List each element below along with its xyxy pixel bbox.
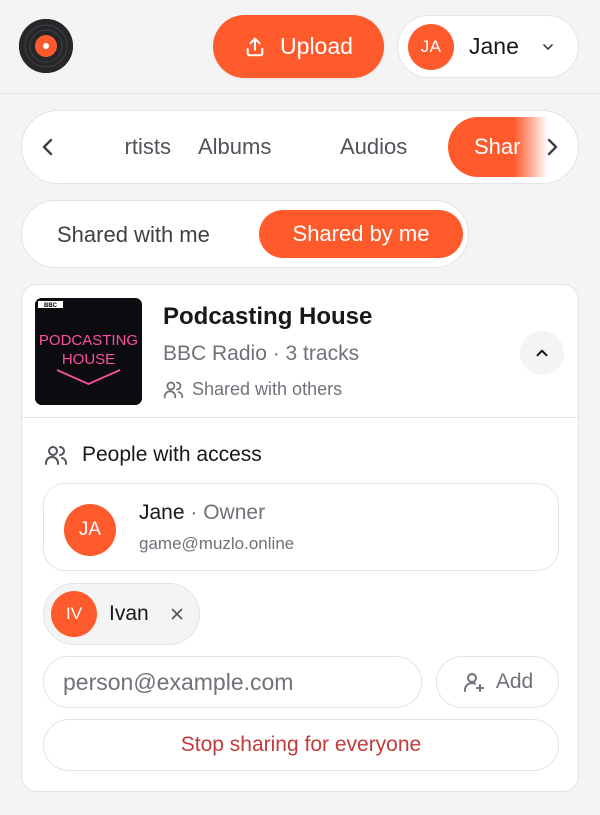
podcast-subtitle: BBC Radio · 3 tracks	[163, 342, 360, 365]
tab-audios[interactable]: Audios	[340, 134, 407, 160]
users-icon	[45, 446, 67, 465]
owner-name: Jane	[139, 501, 185, 524]
avatar: JA	[408, 23, 454, 70]
owner-role: · Owner	[190, 501, 266, 524]
tab-artists[interactable]: rtists	[76, 134, 171, 160]
app-header: Upload JA Jane	[0, 0, 600, 94]
owner-email: game@muzlo.online	[139, 534, 295, 553]
user-name: Jane	[469, 33, 519, 59]
share-filter-segment: Shared with me Shared by me	[21, 200, 469, 268]
podcast-title: Podcasting House	[163, 303, 373, 330]
divider	[22, 417, 578, 418]
shared-status: Shared with others	[163, 379, 342, 400]
shared-item-card: BBC PODCASTING HOUSE Podcasting House BB…	[21, 284, 579, 792]
segment-shared-with-me[interactable]: Shared with me	[57, 222, 210, 248]
chevron-right-icon[interactable]	[540, 135, 564, 159]
people-access-heading: People with access	[44, 443, 262, 467]
user-menu-button[interactable]: JA Jane	[397, 15, 579, 78]
collapse-button[interactable]	[520, 331, 564, 375]
users-icon	[163, 381, 184, 399]
add-label: Add	[495, 670, 534, 693]
add-person-button[interactable]: Add	[436, 656, 559, 708]
chevron-left-icon[interactable]	[36, 135, 60, 159]
vinyl-logo-icon[interactable]	[19, 19, 73, 73]
upload-icon	[246, 37, 264, 56]
email-field[interactable]	[43, 656, 422, 708]
avatar: JA	[64, 504, 116, 556]
owner-row: JA Jane · Owner game@muzlo.online	[43, 483, 559, 571]
cover-badge: BBC	[44, 303, 58, 309]
cover-line-2: HOUSE	[62, 351, 115, 368]
upload-button[interactable]: Upload	[213, 15, 384, 78]
people-access-label: People with access	[82, 443, 262, 466]
stop-sharing-button[interactable]: Stop sharing for everyone	[43, 719, 559, 771]
close-icon[interactable]	[168, 605, 186, 623]
tab-albums[interactable]: Albums	[198, 134, 271, 160]
tab-shared[interactable]: Shar	[448, 117, 548, 177]
shared-person-name: Ivan	[109, 602, 149, 625]
user-plus-icon	[463, 673, 484, 692]
owner-name-line: Jane · Owner	[139, 501, 265, 525]
avatar: IV	[51, 591, 97, 637]
library-tabs: rtists Albums Audios Shar	[21, 110, 579, 184]
upload-label: Upload	[280, 33, 353, 59]
chevron-down-icon	[543, 44, 553, 50]
podcast-cover: BBC PODCASTING HOUSE	[35, 298, 142, 405]
chevron-up-icon	[536, 349, 548, 357]
cover-line-1: PODCASTING	[39, 332, 138, 349]
segment-shared-by-me[interactable]: Shared by me	[259, 210, 463, 258]
shared-person-chip: IV Ivan	[43, 583, 200, 645]
shared-status-label: Shared with others	[192, 379, 343, 399]
